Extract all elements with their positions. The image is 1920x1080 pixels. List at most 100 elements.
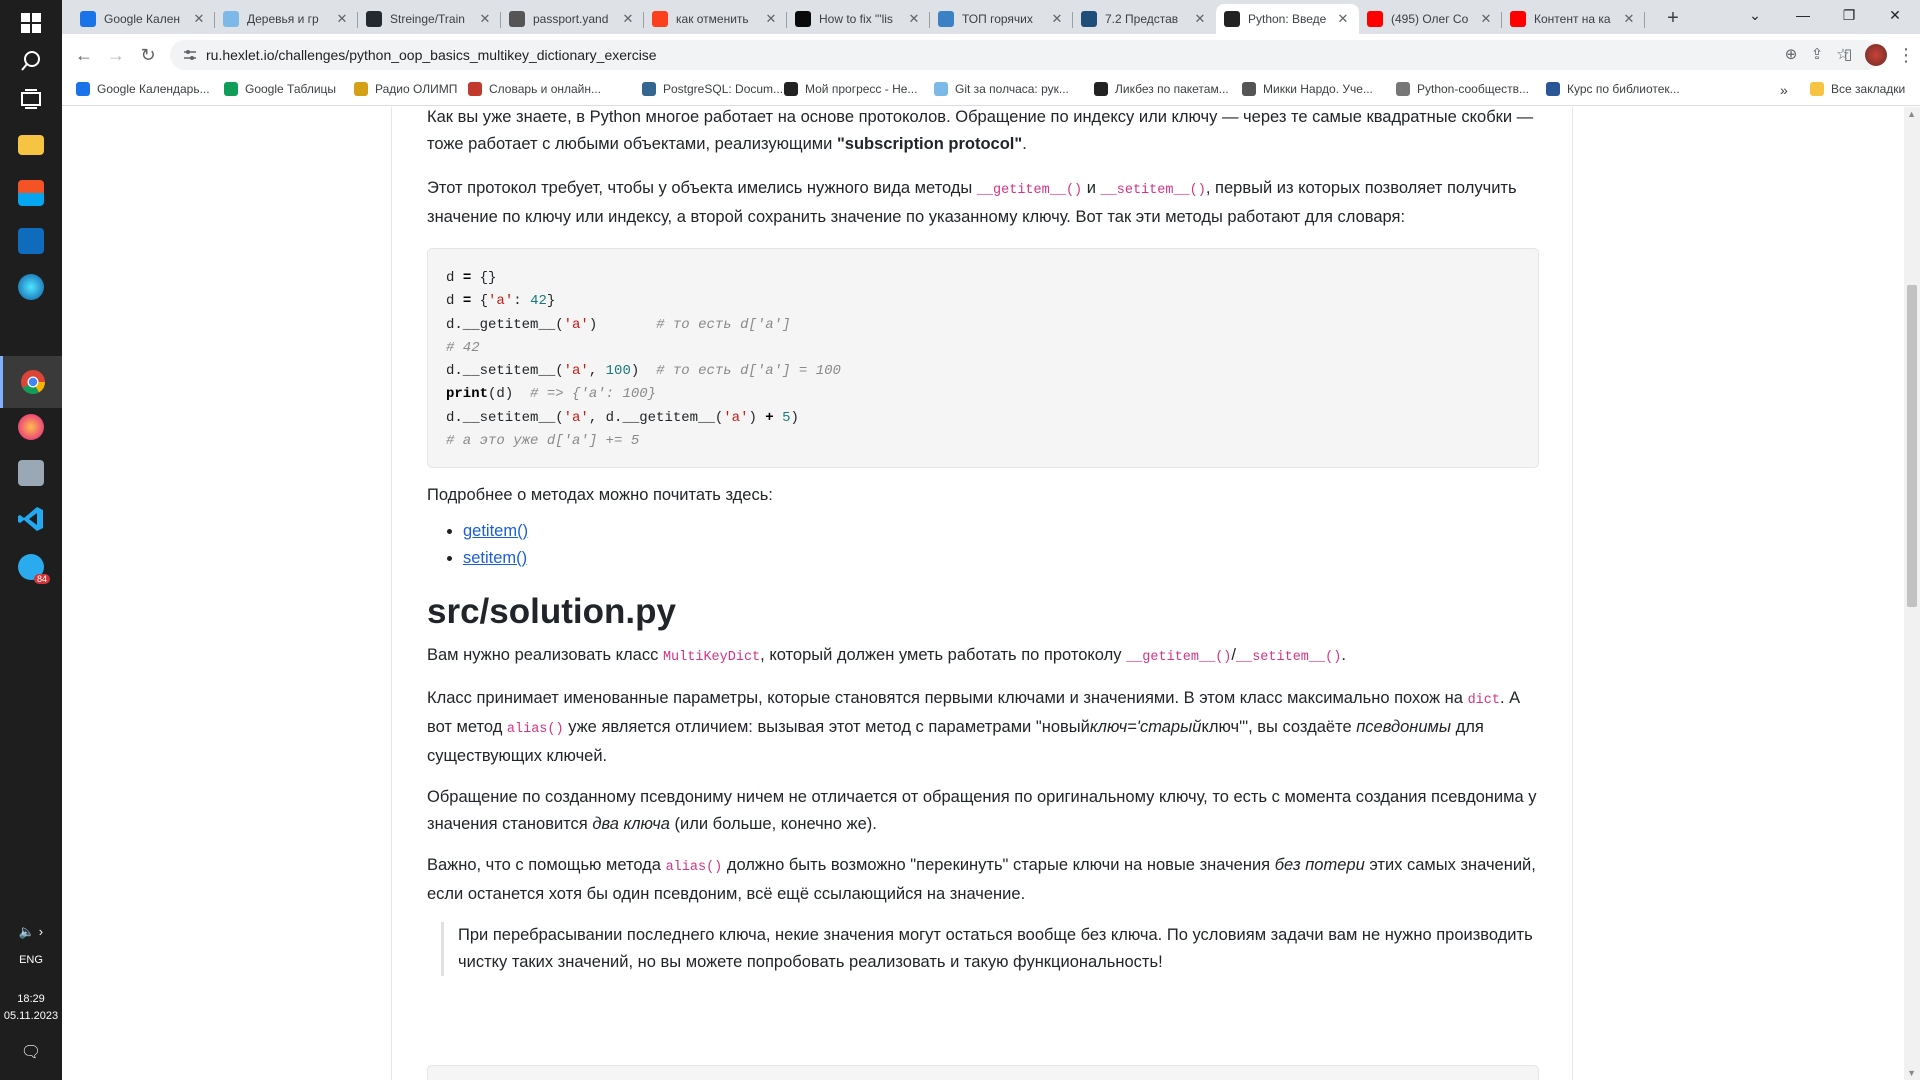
browser-tab[interactable]: Python: Введе ✕ <box>1216 4 1359 34</box>
tab-favicon-icon <box>795 11 811 27</box>
browser-tab[interactable]: How to fix "'lis ✕ <box>787 4 930 34</box>
scroll-down-icon[interactable]: ▼ <box>1907 1068 1916 1078</box>
browser-tab-strip: Google Кален ✕ Деревья и гр ✕ Streinge/Train… <box>62 0 1920 34</box>
tab-close-icon[interactable]: ✕ <box>620 11 636 27</box>
mail-icon[interactable] <box>0 218 62 264</box>
bookmark-item[interactable]: Google Таблицы <box>224 82 336 96</box>
microsoft-store-icon[interactable] <box>0 170 62 216</box>
page-content: Как вы уже знаете, в Python многое работ… <box>62 107 1920 1080</box>
bookmark-label: Google Таблицы <box>245 82 337 96</box>
bookmark-item[interactable]: Радио ОЛИМП <box>354 82 457 96</box>
bookmark-item[interactable]: PostgreSQL: Docum... <box>642 82 783 96</box>
browser-tab[interactable]: Streinge/Train ✕ <box>358 4 501 34</box>
bookmark-item[interactable]: Курс по библиотек... <box>1546 82 1680 96</box>
browser-tab[interactable]: как отменить ✕ <box>644 4 787 34</box>
firefox-icon[interactable] <box>0 404 62 450</box>
browser-tab[interactable]: ТОП горячих ✕ <box>930 4 1073 34</box>
tab-close-icon[interactable]: ✕ <box>1621 11 1637 27</box>
code-line: d.__setitem__('a', 100) # то есть d['a']… <box>446 363 841 380</box>
scroll-up-icon[interactable]: ▲ <box>1907 109 1916 119</box>
zoom-icon[interactable]: ⊕ <box>1780 44 1802 66</box>
tab-favicon-icon <box>652 11 668 27</box>
browser-tab[interactable]: Контент на ка ✕ <box>1502 4 1645 34</box>
notifications-icon[interactable]: 🗨 <box>0 1042 62 1062</box>
share-icon[interactable]: ⇪ <box>1806 44 1828 66</box>
tab-favicon-icon <box>938 11 954 27</box>
bookmark-item[interactable]: Git за полчаса: рук... <box>934 82 1069 96</box>
volume-icon[interactable]: 🔈 › <box>0 924 62 940</box>
vscode-icon[interactable] <box>0 496 62 542</box>
forward-icon[interactable]: → <box>102 41 130 69</box>
tab-title: Python: Введе <box>1248 12 1327 26</box>
bookmark-favicon-icon <box>354 82 368 96</box>
paragraph: Подробнее о методах можно почитать здесь… <box>427 486 773 504</box>
bookmarks-overflow-icon[interactable]: » <box>1780 82 1788 98</box>
getitem-link[interactable]: getitem() <box>463 522 528 540</box>
disk-manager-icon[interactable] <box>0 450 62 496</box>
list-item: getitem() <box>463 518 1539 545</box>
tab-title: Контент на ка <box>1534 12 1611 26</box>
new-tab-button[interactable]: + <box>1660 6 1686 32</box>
tab-favicon-icon <box>509 11 525 27</box>
tab-favicon-icon <box>1081 11 1097 27</box>
code-line: # 42 <box>446 339 480 356</box>
tab-close-icon[interactable]: ✕ <box>1049 11 1065 27</box>
tab-close-icon[interactable]: ✕ <box>763 11 779 27</box>
tab-close-icon[interactable]: ✕ <box>477 11 493 27</box>
page-scrollbar[interactable]: ▲ ▼ <box>1904 107 1920 1080</box>
bookmark-favicon-icon <box>76 82 90 96</box>
minimize-button[interactable]: — <box>1780 0 1826 34</box>
tab-close-icon[interactable]: ✕ <box>1478 11 1494 27</box>
reload-icon[interactable]: ↻ <box>134 41 162 69</box>
tab-title: Streinge/Train <box>390 12 465 26</box>
tab-favicon-icon <box>80 11 96 27</box>
browser-tab[interactable]: Google Кален ✕ <box>72 4 215 34</box>
clock-date[interactable]: 05.11.2023 <box>0 1010 62 1022</box>
bookmark-item[interactable]: Ликбез по пакетам... <box>1094 82 1229 96</box>
browser-tab[interactable]: (495) Олег Со ✕ <box>1359 4 1502 34</box>
profile-avatar[interactable] <box>1862 41 1890 69</box>
windows-taskbar: 84 🔈 › ENG 18:29 05.11.2023 🗨 <box>0 0 62 1080</box>
edge-icon[interactable] <box>0 264 62 310</box>
browser-tab[interactable]: passport.yand ✕ <box>501 4 644 34</box>
task-view-icon[interactable] <box>0 76 62 122</box>
code-line: # а это уже d['a'] += 5 <box>446 433 640 450</box>
bookmark-item[interactable]: Мой прогресс - Не... <box>784 82 917 96</box>
bookmark-item[interactable]: Google Календарь... <box>76 82 210 96</box>
side-panel-icon[interactable]: ▯ <box>1834 41 1862 69</box>
tab-search-icon[interactable]: ⌄ <box>1732 0 1778 34</box>
bookmark-label: Курс по библиотек... <box>1567 82 1680 96</box>
restore-button[interactable]: ❐ <box>1826 0 1872 34</box>
tab-title: 7.2 Представ <box>1105 12 1179 26</box>
bookmark-label: Python-сообществ... <box>1417 82 1529 96</box>
telegram-icon[interactable]: 84 <box>0 544 62 590</box>
setitem-link[interactable]: setitem() <box>463 549 527 567</box>
browser-tab[interactable]: 7.2 Представ ✕ <box>1073 4 1216 34</box>
bookmark-item[interactable]: Словарь и онлайн... <box>468 82 601 96</box>
menu-icon[interactable]: ⋮ <box>1892 41 1920 69</box>
clock-time[interactable]: 18:29 <box>0 993 62 1005</box>
browser-tab[interactable]: Деревья и гр ✕ <box>215 4 358 34</box>
tab-favicon-icon <box>1367 11 1383 27</box>
tab-close-icon[interactable]: ✕ <box>1335 11 1351 27</box>
site-info-icon[interactable] <box>182 47 198 63</box>
scroll-thumb[interactable] <box>1907 285 1917 607</box>
tab-close-icon[interactable]: ✕ <box>906 11 922 27</box>
chrome-icon[interactable] <box>0 356 62 408</box>
bookmark-label: Google Календарь... <box>97 82 210 96</box>
bookmark-item[interactable]: Python-сообществ... <box>1396 82 1529 96</box>
address-bar[interactable]: ru.hexlet.io/challenges/python_oop_basic… <box>170 40 1880 70</box>
close-window-button[interactable]: ✕ <box>1872 0 1918 34</box>
bookmark-label: Словарь и онлайн... <box>489 82 601 96</box>
language-indicator[interactable]: ENG <box>0 954 62 966</box>
tab-close-icon[interactable]: ✕ <box>191 11 207 27</box>
bookmark-item[interactable]: Микки Нардо. Уче... <box>1242 82 1373 96</box>
all-bookmarks-button[interactable]: Все закладки <box>1810 82 1905 96</box>
tab-title: passport.yand <box>533 12 609 26</box>
tab-close-icon[interactable]: ✕ <box>334 11 350 27</box>
back-icon[interactable]: ← <box>70 41 98 69</box>
tab-close-icon[interactable]: ✕ <box>1192 11 1208 27</box>
bookmark-favicon-icon <box>642 82 656 96</box>
bookmark-favicon-icon <box>468 82 482 96</box>
file-explorer-icon[interactable] <box>0 122 62 168</box>
